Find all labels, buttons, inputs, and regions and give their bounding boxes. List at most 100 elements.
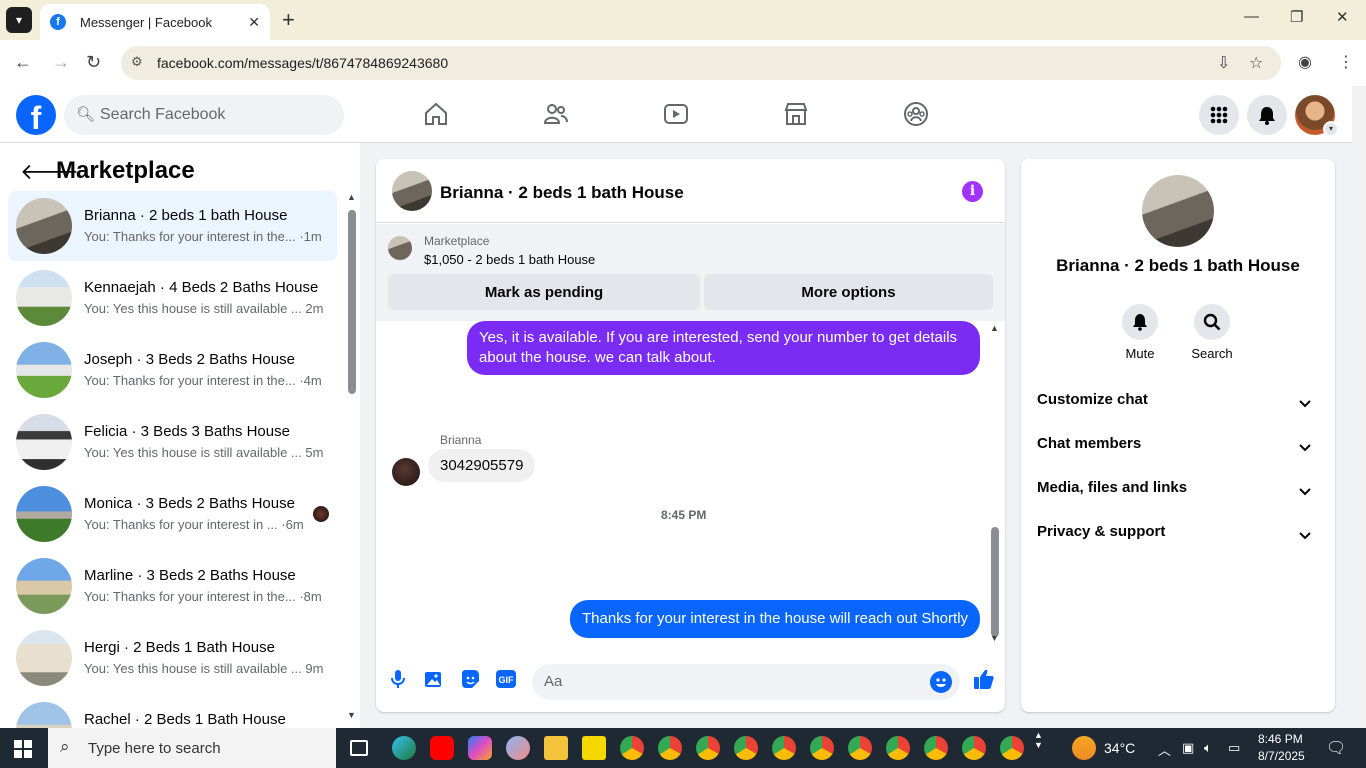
microphone-icon[interactable] [388, 669, 408, 689]
chrome-icon[interactable] [886, 736, 910, 760]
chrome-icon[interactable] [1000, 736, 1024, 760]
sticker-icon[interactable] [460, 669, 480, 689]
chat-members-section[interactable]: Chat members [1037, 435, 1319, 459]
facebook-logo-icon[interactable]: f [16, 95, 56, 136]
photo-icon[interactable] [424, 669, 444, 689]
copilot-icon[interactable] [468, 736, 492, 760]
page-scrollbar[interactable] [1352, 86, 1366, 728]
scrollbar-thumb[interactable] [348, 210, 356, 394]
conversation-list-scrollbar[interactable]: ▲ ▼ [346, 192, 358, 722]
back-arrow-icon[interactable]: ← [14, 52, 32, 73]
chrome-icon[interactable] [772, 736, 796, 760]
conversation-item[interactable]: Hergi · 2 Beds 1 Bath House You: Yes thi… [8, 623, 337, 693]
customize-chat-section[interactable]: Customize chat [1037, 391, 1319, 415]
chevron-up-icon[interactable]: ︿ [1158, 740, 1171, 759]
meet-now-icon[interactable]: ▣ [1182, 740, 1194, 756]
site-info-icon[interactable]: ⚙ [131, 54, 143, 70]
chrome-icon[interactable] [924, 736, 948, 760]
emoji-icon[interactable] [930, 671, 952, 693]
taskbar-search-input[interactable]: ⌕ Type here to search [48, 728, 336, 768]
scroll-down-icon[interactable]: ▼ [347, 710, 356, 720]
chrome-icon[interactable] [734, 736, 758, 760]
gif-icon[interactable]: GIF [496, 669, 516, 689]
clock-date[interactable]: 8/7/2025 [1258, 749, 1305, 763]
chrome-icon[interactable] [810, 736, 834, 760]
notifications-bell-icon[interactable] [1247, 95, 1287, 135]
info-icon[interactable]: i [962, 181, 983, 202]
scroll-down-icon[interactable]: ▼ [990, 633, 999, 643]
close-tab-icon[interactable]: ✕ [248, 14, 260, 31]
file-explorer-icon[interactable] [544, 736, 568, 760]
listing-thumbnail [388, 236, 412, 260]
scroll-up-icon[interactable]: ▲ [990, 323, 999, 333]
profile-icon[interactable]: ◉ [1298, 52, 1312, 72]
message-input[interactable]: Aa [532, 664, 960, 700]
media-files-links-section[interactable]: Media, files and links [1037, 479, 1319, 503]
bookmark-star-icon[interactable]: ☆ [1249, 53, 1263, 73]
incoming-message: 3042905579 [428, 449, 536, 482]
conversation-item[interactable]: Rachel · 2 Beds 1 Bath House [8, 695, 337, 728]
groups-icon[interactable] [896, 98, 936, 130]
chat-title[interactable]: Brianna · 2 beds 1 bath House [440, 183, 684, 203]
restore-icon[interactable]: ❐ [1290, 8, 1303, 26]
chrome-icon[interactable] [696, 736, 720, 760]
chrome-icon[interactable] [658, 736, 682, 760]
scroll-up-icon[interactable]: ▲ [347, 192, 356, 202]
home-icon[interactable] [416, 98, 456, 130]
details-avatar[interactable] [1142, 175, 1214, 247]
chat-avatar[interactable] [392, 171, 432, 211]
new-tab-button[interactable]: + [282, 8, 295, 32]
conversation-item[interactable]: Monica · 3 Beds 2 Baths House You: Thank… [8, 479, 337, 549]
mute-button[interactable]: Mute [1110, 304, 1170, 361]
privacy-support-section[interactable]: Privacy & support [1037, 523, 1319, 547]
weather-temp[interactable]: 34°C [1104, 740, 1135, 756]
chrome-icon[interactable] [962, 736, 986, 760]
browser-menu-icon[interactable]: ⋮ [1338, 52, 1354, 72]
conversation-item[interactable]: Kennaejah · 4 Beds 2 Baths House You: Ye… [8, 263, 337, 333]
windows-start-icon[interactable] [14, 740, 32, 758]
browser-tab[interactable]: f Messenger | Facebook ✕ [40, 4, 270, 40]
task-view-icon[interactable] [350, 740, 368, 756]
url-text: facebook.com/messages/t/8674784869243680 [157, 55, 449, 71]
mark-as-pending-button[interactable]: Mark as pending [388, 274, 700, 310]
outgoing-message: Yes, it is available. If you are interes… [467, 321, 980, 375]
edge-icon[interactable] [392, 736, 416, 760]
menu-grid-icon[interactable] [1199, 95, 1239, 135]
volume-icon[interactable]: 🔈︎ [1204, 740, 1212, 756]
notification-center-icon[interactable]: 🗨︎ [1326, 738, 1346, 758]
reload-icon[interactable]: ↻ [86, 52, 101, 73]
clock-time[interactable]: 8:46 PM [1258, 732, 1303, 746]
minimize-icon[interactable]: — [1244, 8, 1259, 25]
sender-avatar[interactable] [392, 458, 420, 486]
address-bar[interactable]: ⚙ facebook.com/messages/t/86747848692436… [121, 46, 1281, 80]
conversation-item[interactable]: Brianna · 2 beds 1 bath House You: Thank… [8, 191, 337, 261]
youtube-icon[interactable] [430, 736, 454, 760]
conversation-item[interactable]: Marline · 3 Beds 2 Baths House You: Than… [8, 551, 337, 621]
scrollbar-thumb[interactable] [991, 527, 999, 637]
more-options-button[interactable]: More options [704, 274, 993, 310]
marketplace-icon[interactable] [776, 98, 816, 130]
chrome-icon[interactable] [620, 736, 644, 760]
tab-search-button[interactable]: ▾ [6, 7, 32, 33]
account-avatar[interactable]: ▾ [1295, 95, 1339, 137]
sticky-notes-icon[interactable] [582, 736, 606, 760]
weather-icon[interactable] [1072, 736, 1096, 760]
facebook-search-input[interactable]: 🔍︎ Search Facebook [64, 95, 344, 135]
close-window-icon[interactable]: ✕ [1336, 8, 1349, 26]
forward-arrow-icon[interactable]: → [52, 52, 70, 73]
install-app-icon[interactable]: ⇩ [1217, 53, 1230, 73]
search-in-chat-button[interactable]: Search [1182, 304, 1242, 361]
friends-icon[interactable] [536, 98, 576, 130]
thumbs-up-icon[interactable] [972, 667, 996, 691]
video-icon[interactable] [656, 98, 696, 130]
chrome-icon[interactable] [848, 736, 872, 760]
paint-icon[interactable] [506, 736, 530, 760]
conversation-item[interactable]: Joseph · 3 Beds 2 Baths House You: Thank… [8, 335, 337, 405]
message-scrollbar[interactable]: ▲ ▼ [988, 321, 1002, 644]
conversation-item[interactable]: Felicia · 3 Beds 3 Baths House You: Yes … [8, 407, 337, 477]
taskbar-scroll-icon[interactable]: ▲ ▼ [1034, 730, 1043, 750]
conversation-name: Kennaejah · 4 Beds 2 Baths House [84, 279, 319, 296]
chevron-down-icon [1299, 527, 1311, 544]
network-icon[interactable]: ▭ [1228, 740, 1240, 756]
listing-thumbnail [16, 702, 72, 728]
